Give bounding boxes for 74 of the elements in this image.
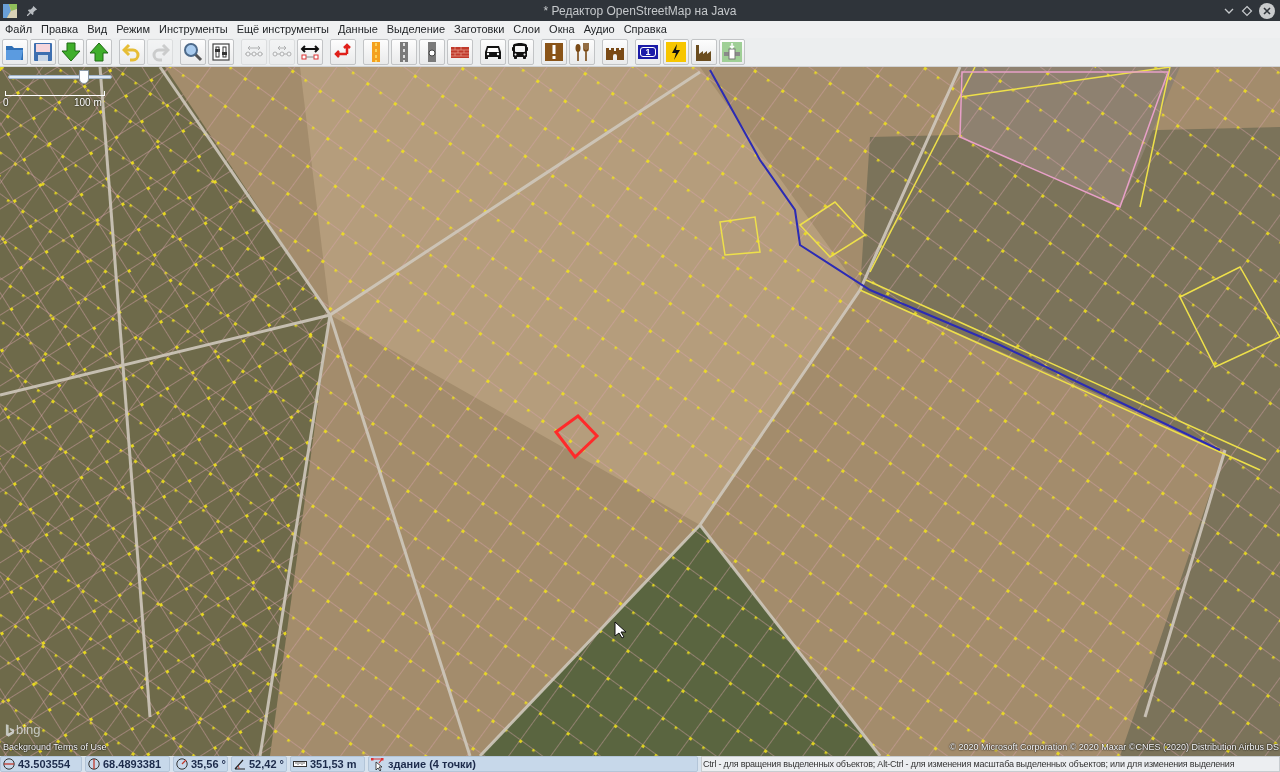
route-button[interactable]: 1 (635, 39, 661, 65)
menu-item[interactable]: Инструменты (155, 22, 232, 37)
mouse-pointer-icon (614, 621, 626, 639)
menu-item[interactable]: Режим (112, 22, 155, 37)
longitude-icon (88, 758, 100, 770)
factory-button[interactable] (691, 39, 717, 65)
road-button[interactable] (391, 39, 417, 65)
zoom-slider-thumb[interactable] (78, 70, 89, 84)
bing-logo-icon (5, 723, 14, 737)
menu-item[interactable]: Данные (334, 22, 382, 37)
close-icon[interactable] (1259, 2, 1275, 19)
compass-icon (176, 758, 188, 770)
sliders-icon (211, 42, 231, 62)
move-button[interactable] (330, 39, 356, 65)
bus-icon (511, 42, 531, 62)
magnifier-icon (183, 42, 203, 62)
car-button[interactable] (480, 39, 506, 65)
pin-icon[interactable] (27, 5, 38, 16)
menu-item[interactable]: Файл (1, 22, 37, 37)
open-button[interactable] (2, 39, 28, 65)
terms-of-use-link[interactable]: Background Terms of Use (3, 742, 107, 753)
undo-icon (122, 42, 142, 62)
menu-item[interactable]: Вид (83, 22, 112, 37)
save-button[interactable] (30, 39, 56, 65)
menu-item[interactable]: Выделение (382, 22, 450, 37)
status-help-text: Ctrl - для вращения выделенных объектов; Alt-Ctrl - для изменения масштаба выделенных объектов; или для изменения выделения (701, 756, 1280, 772)
double-arrow-icon (300, 42, 320, 62)
scale-start-label: 0 (3, 97, 9, 109)
maximize-icon[interactable] (1241, 4, 1253, 17)
menu-item[interactable]: Окна (545, 22, 579, 37)
imagery-attribution: © 2020 Microsoft Corporation © 2020 Maxar ©CNES (2020) Distribution Airbus DS (949, 742, 1279, 753)
zoom-slider-track[interactable] (8, 70, 112, 84)
status-value: здание (4 точки) (388, 757, 476, 771)
download-button[interactable] (58, 39, 84, 65)
status-value: 68.4893381 (103, 757, 162, 771)
wall-button[interactable] (447, 39, 473, 65)
power-button[interactable] (663, 39, 689, 65)
latitude-icon (3, 758, 15, 770)
menu-item[interactable]: Ещё инструменты (232, 22, 334, 37)
bus-button[interactable] (508, 39, 534, 65)
resize-button[interactable] (297, 39, 323, 65)
ruler-icon (293, 758, 307, 770)
status-value: 35,56 ° (191, 757, 226, 771)
restaurant-button[interactable] (569, 39, 595, 65)
menu-item[interactable]: Правка (37, 22, 83, 37)
selection-cursor-icon (371, 757, 385, 771)
turning-circle-button[interactable] (419, 39, 445, 65)
pipe-valve-icon (722, 42, 742, 62)
scale-end-label: 100 m (74, 97, 102, 109)
menu-item[interactable]: Заготовки (450, 22, 509, 37)
arrow-up-icon (89, 42, 109, 62)
mapped-plot-outline (719, 216, 761, 256)
arrow-down-icon (61, 42, 81, 62)
exclamation-icon (544, 42, 564, 62)
castle-button[interactable] (602, 39, 628, 65)
redo-icon (150, 42, 170, 62)
status-value: 52,42 ° (249, 757, 284, 771)
status-value: 43.503554 (18, 757, 70, 771)
preferences-button[interactable] (208, 39, 234, 65)
zoom-button[interactable] (180, 39, 206, 65)
window-title: * Редактор OpenStreetMap на Java (543, 2, 737, 20)
angle-icon (234, 758, 246, 770)
menu-item[interactable]: Справка (619, 22, 671, 37)
factory-icon (694, 42, 714, 62)
pipeline-button[interactable] (719, 39, 745, 65)
app-logo-icon (3, 3, 17, 18)
menu-item[interactable]: Слои (509, 22, 545, 37)
imagery-logo-text: bing (16, 723, 41, 737)
warning-button[interactable] (541, 39, 567, 65)
mapped-plot-outline (798, 201, 867, 258)
status-value: 351,53 m (310, 757, 357, 771)
menu-item[interactable]: Аудио (579, 22, 619, 37)
lightning-icon (666, 42, 686, 62)
upload-button[interactable] (86, 39, 112, 65)
